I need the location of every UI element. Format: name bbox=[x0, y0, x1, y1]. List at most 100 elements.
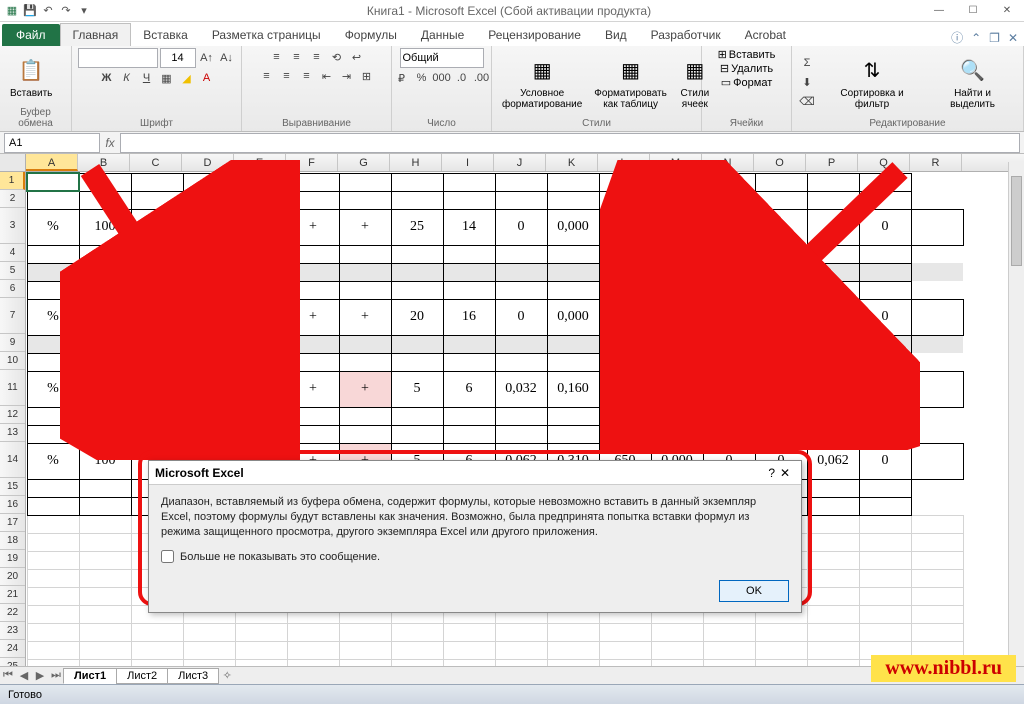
cell[interactable] bbox=[79, 551, 131, 569]
column-header[interactable]: J bbox=[494, 154, 546, 171]
cell[interactable] bbox=[183, 425, 235, 443]
cell[interactable] bbox=[807, 569, 859, 587]
cell[interactable] bbox=[131, 407, 183, 425]
tab-review[interactable]: Рецензирование bbox=[476, 24, 593, 46]
cell[interactable] bbox=[547, 191, 599, 209]
cell[interactable] bbox=[79, 641, 131, 659]
cell[interactable] bbox=[651, 281, 703, 299]
cell[interactable] bbox=[339, 245, 391, 263]
cell[interactable] bbox=[703, 173, 755, 191]
cell[interactable] bbox=[79, 245, 131, 263]
cell[interactable] bbox=[547, 623, 599, 641]
cell[interactable] bbox=[183, 335, 235, 353]
cell[interactable] bbox=[391, 281, 443, 299]
cell[interactable] bbox=[131, 263, 183, 281]
cell[interactable] bbox=[859, 479, 911, 497]
cell[interactable] bbox=[703, 281, 755, 299]
dialog-close-icon[interactable]: ✕ bbox=[775, 466, 795, 480]
format-table-button[interactable]: ▦Форматировать как таблицу bbox=[590, 52, 671, 112]
cell[interactable] bbox=[911, 497, 963, 515]
comma-icon[interactable]: 000 bbox=[433, 69, 451, 87]
number-format-select[interactable] bbox=[400, 48, 484, 68]
cell[interactable] bbox=[755, 263, 807, 281]
cell[interactable] bbox=[703, 623, 755, 641]
cell[interactable] bbox=[79, 587, 131, 605]
cell[interactable] bbox=[807, 245, 859, 263]
save-icon[interactable]: 💾 bbox=[22, 3, 38, 19]
cell[interactable] bbox=[27, 569, 79, 587]
cell[interactable] bbox=[391, 335, 443, 353]
format-cells-button[interactable]: ▭Формат bbox=[721, 76, 772, 89]
fill-color-icon[interactable]: ◢ bbox=[178, 69, 196, 87]
cell[interactable] bbox=[79, 407, 131, 425]
cell[interactable] bbox=[807, 515, 859, 533]
cell[interactable] bbox=[27, 587, 79, 605]
cell[interactable]: 0 bbox=[755, 299, 807, 335]
insert-cells-button[interactable]: ⊞Вставить bbox=[718, 48, 776, 61]
cell[interactable]: 20 bbox=[391, 299, 443, 335]
sheet-nav-first-icon[interactable]: ⏮ bbox=[0, 669, 16, 682]
row-header[interactable]: 13 bbox=[0, 424, 25, 442]
column-header[interactable]: H bbox=[390, 154, 442, 171]
cell[interactable] bbox=[703, 335, 755, 353]
cell[interactable]: 95 bbox=[131, 371, 183, 407]
cell[interactable] bbox=[599, 245, 651, 263]
cell[interactable] bbox=[703, 407, 755, 425]
cell[interactable] bbox=[599, 281, 651, 299]
cell[interactable]: 2100 bbox=[599, 209, 651, 245]
cell[interactable]: 0,160 bbox=[547, 371, 599, 407]
cell[interactable] bbox=[599, 263, 651, 281]
cell[interactable]: 0 bbox=[859, 443, 911, 479]
align-right-icon[interactable]: ≡ bbox=[298, 67, 316, 85]
cell[interactable] bbox=[703, 191, 755, 209]
tab-view[interactable]: Вид bbox=[593, 24, 639, 46]
cell[interactable]: + bbox=[339, 209, 391, 245]
cell[interactable] bbox=[859, 245, 911, 263]
cell[interactable] bbox=[703, 245, 755, 263]
maximize-button[interactable]: ☐ bbox=[956, 0, 990, 22]
cell[interactable] bbox=[391, 641, 443, 659]
cell[interactable]: 0,000 bbox=[547, 209, 599, 245]
column-header[interactable]: I bbox=[442, 154, 494, 171]
cell[interactable] bbox=[547, 281, 599, 299]
cell[interactable]: 25 bbox=[391, 209, 443, 245]
cell[interactable]: 0 bbox=[703, 371, 755, 407]
tab-data[interactable]: Данные bbox=[409, 24, 476, 46]
cell[interactable] bbox=[911, 443, 963, 479]
cell[interactable] bbox=[79, 605, 131, 623]
cell[interactable] bbox=[495, 173, 547, 191]
cell[interactable] bbox=[911, 245, 963, 263]
cell[interactable] bbox=[183, 173, 235, 191]
cell[interactable] bbox=[131, 281, 183, 299]
cell[interactable] bbox=[859, 587, 911, 605]
cell[interactable]: 100 bbox=[79, 299, 131, 335]
cell[interactable] bbox=[755, 623, 807, 641]
cell[interactable] bbox=[27, 551, 79, 569]
inc-decimal-icon[interactable]: .0 bbox=[453, 69, 471, 87]
scrollbar-thumb[interactable] bbox=[1011, 176, 1022, 266]
tab-layout[interactable]: Разметка страницы bbox=[200, 24, 333, 46]
row-header[interactable]: 2 bbox=[0, 190, 25, 208]
row-header[interactable]: 11 bbox=[0, 370, 25, 406]
tab-insert[interactable]: Вставка bbox=[131, 24, 200, 46]
align-middle-icon[interactable]: ≡ bbox=[288, 48, 306, 66]
cell[interactable]: 0 bbox=[859, 299, 911, 335]
font-name-input[interactable] bbox=[78, 48, 158, 68]
cell[interactable] bbox=[703, 263, 755, 281]
cell[interactable] bbox=[79, 191, 131, 209]
cell[interactable] bbox=[859, 497, 911, 515]
close-button[interactable]: ✕ bbox=[990, 0, 1024, 22]
cell[interactable]: % bbox=[27, 443, 79, 479]
cell[interactable] bbox=[79, 173, 131, 191]
cell[interactable] bbox=[235, 263, 287, 281]
cell[interactable] bbox=[651, 263, 703, 281]
cell[interactable] bbox=[911, 263, 963, 281]
dont-show-checkbox[interactable] bbox=[161, 550, 174, 563]
cell[interactable] bbox=[27, 173, 79, 191]
cell[interactable] bbox=[755, 353, 807, 371]
cell[interactable] bbox=[495, 407, 547, 425]
cell[interactable] bbox=[79, 335, 131, 353]
cell[interactable] bbox=[547, 353, 599, 371]
cell[interactable] bbox=[183, 263, 235, 281]
cell[interactable]: 100 bbox=[79, 443, 131, 479]
